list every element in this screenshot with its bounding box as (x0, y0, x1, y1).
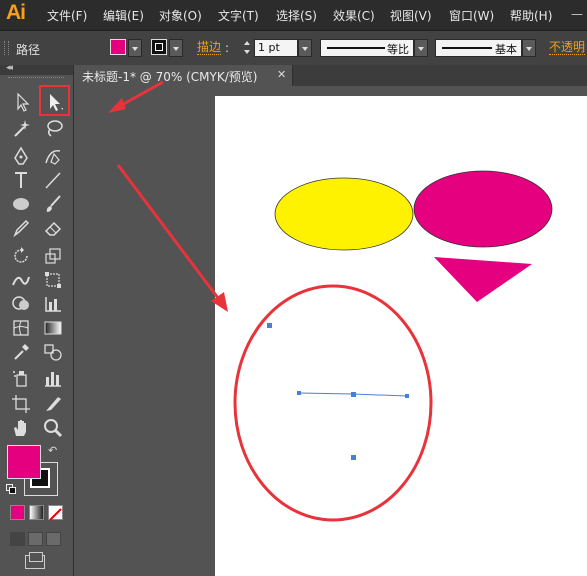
artwork-overlay (108, 80, 553, 522)
path-anchor-point[interactable] (405, 394, 409, 398)
yellow-ellipse[interactable] (274, 177, 414, 251)
path-anchor-point[interactable] (297, 391, 301, 395)
path-center-point[interactable] (351, 392, 356, 397)
bounding-point (351, 455, 356, 460)
annotation-arrows (108, 80, 228, 312)
annotation-ellipse (233, 284, 433, 522)
magenta-triangle[interactable] (434, 257, 532, 302)
bounding-point (267, 323, 272, 328)
magenta-ellipse[interactable] (413, 170, 553, 248)
